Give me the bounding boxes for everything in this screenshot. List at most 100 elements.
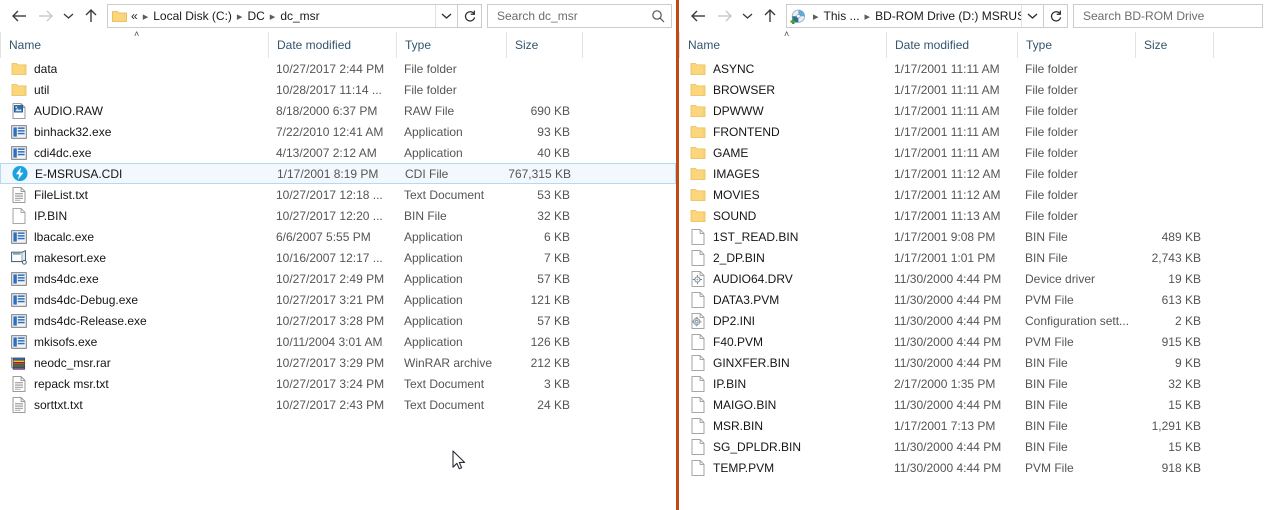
cell-name[interactable]: mds4dc-Debug.exe: [0, 292, 268, 308]
cell-name[interactable]: mkisofs.exe: [0, 334, 268, 350]
cell-name[interactable]: neodc_msr.rar: [0, 355, 268, 371]
address-bar-left[interactable]: « ▸ Local Disk (C:) ▸ DC ▸ dc_msr: [107, 4, 458, 28]
recent-locations-button-right[interactable]: [737, 3, 757, 29]
table-row[interactable]: util 10/28/2017 11:14 ... File folder: [0, 79, 676, 100]
cell-name[interactable]: TEMP.PVM: [679, 459, 886, 476]
column-header-date-right[interactable]: Date modified: [886, 32, 1017, 58]
cell-name[interactable]: F40.PVM: [679, 333, 886, 350]
column-header-date-left[interactable]: Date modified: [268, 32, 396, 58]
table-row[interactable]: MSR.BIN 1/17/2001 7:13 PM BIN File 1,291 KB: [679, 415, 1267, 436]
cell-name[interactable]: E-MSRUSA.CDI: [1, 165, 269, 182]
file-list-right[interactable]: ASYNC 1/17/2001 11:11 AM File folder BROWSE…: [679, 58, 1267, 478]
column-header-size-left[interactable]: Size: [506, 32, 582, 58]
cell-name[interactable]: MOVIES: [679, 187, 886, 203]
address-dropdown-button-left[interactable]: [435, 5, 457, 27]
cell-name[interactable]: sorttxt.txt: [0, 396, 268, 413]
breadcrumb-item-this-pc[interactable]: This ...: [823, 9, 861, 23]
table-row[interactable]: ASYNC 1/17/2001 11:11 AM File folder: [679, 58, 1267, 79]
table-row[interactable]: BROWSER 1/17/2001 11:11 AM File folder: [679, 79, 1267, 100]
cell-name[interactable]: AUDIO64.DRV: [679, 270, 886, 287]
cell-name[interactable]: repack msr.txt: [0, 375, 268, 392]
refresh-button-right[interactable]: [1044, 4, 1068, 28]
table-row[interactable]: DP2.INI 11/30/2000 4:44 PM Configuration s…: [679, 310, 1267, 331]
table-row[interactable]: MOVIES 1/17/2001 11:12 AM File folder: [679, 184, 1267, 205]
recent-locations-button-left[interactable]: [58, 3, 78, 29]
cell-name[interactable]: MSR.BIN: [679, 417, 886, 434]
table-row[interactable]: GAME 1/17/2001 11:11 AM File folder: [679, 142, 1267, 163]
cell-name[interactable]: BROWSER: [679, 82, 886, 98]
table-row[interactable]: binhack32.exe 7/22/2010 12:41 AM Applicati…: [0, 121, 676, 142]
breadcrumb-overflow-left[interactable]: «: [130, 9, 139, 23]
table-row[interactable]: IP.BIN 10/27/2017 12:20 ... BIN File 32 KB: [0, 205, 676, 226]
table-row[interactable]: sorttxt.txt 10/27/2017 2:43 PM Text Docume…: [0, 394, 676, 415]
back-button-left[interactable]: [6, 3, 32, 29]
refresh-button-left[interactable]: [458, 4, 482, 28]
table-row[interactable]: data 10/27/2017 2:44 PM File folder: [0, 58, 676, 79]
cell-name[interactable]: FileList.txt: [0, 186, 268, 203]
search-box-left[interactable]: Search dc_msr: [487, 4, 672, 28]
cell-name[interactable]: mds4dc-Release.exe: [0, 313, 268, 329]
cell-name[interactable]: DP2.INI: [679, 312, 886, 329]
column-header-size-right[interactable]: Size: [1135, 32, 1213, 58]
cell-name[interactable]: 2_DP.BIN: [679, 249, 886, 266]
cell-name[interactable]: makesort.exe: [0, 250, 268, 266]
search-input-right[interactable]: Search BD-ROM Drive: [1083, 9, 1258, 23]
table-row[interactable]: SG_DPLDR.BIN 11/30/2000 4:44 PM BIN File 15…: [679, 436, 1267, 457]
breadcrumb-item-dc[interactable]: DC: [246, 9, 265, 23]
column-header-type-left[interactable]: Type: [396, 32, 506, 58]
table-row[interactable]: GINXFER.BIN 11/30/2000 4:44 PM BIN File 9 K…: [679, 352, 1267, 373]
cell-name[interactable]: binhack32.exe: [0, 124, 268, 140]
up-button-right[interactable]: [757, 3, 783, 29]
table-row[interactable]: DPWWW 1/17/2001 11:11 AM File folder: [679, 100, 1267, 121]
table-row[interactable]: AUDIO.RAW 8/18/2000 6:37 PM RAW File 690 KB: [0, 100, 676, 121]
table-row[interactable]: MAIGO.BIN 11/30/2000 4:44 PM BIN File 15 KB: [679, 394, 1267, 415]
table-row-selected[interactable]: E-MSRUSA.CDI 1/17/2001 8:19 PM CDI File 767…: [0, 163, 676, 184]
cell-name[interactable]: AUDIO.RAW: [0, 102, 268, 119]
search-box-right[interactable]: Search BD-ROM Drive: [1073, 4, 1263, 28]
column-header-spacer-left[interactable]: [582, 32, 672, 58]
breadcrumb-right[interactable]: ▸ This ... ▸ BD-ROM Drive (D:) MSRUSA_EC…: [809, 9, 1021, 23]
cell-name[interactable]: lbacalc.exe: [0, 229, 268, 245]
table-row[interactable]: mds4dc-Debug.exe 10/27/2017 3:21 PM Applic…: [0, 289, 676, 310]
column-header-spacer-right[interactable]: [1213, 32, 1267, 58]
table-row[interactable]: DATA3.PVM 11/30/2000 4:44 PM PVM File 613 K…: [679, 289, 1267, 310]
cell-name[interactable]: DPWWW: [679, 103, 886, 119]
table-row[interactable]: 1ST_READ.BIN 1/17/2001 9:08 PM BIN File 489…: [679, 226, 1267, 247]
table-row[interactable]: mds4dc-Release.exe 10/27/2017 3:28 PM Appl…: [0, 310, 676, 331]
table-row[interactable]: AUDIO64.DRV 11/30/2000 4:44 PM Device driv…: [679, 268, 1267, 289]
back-button-right[interactable]: [685, 3, 711, 29]
table-row[interactable]: F40.PVM 11/30/2000 4:44 PM PVM File 915 KB: [679, 331, 1267, 352]
breadcrumb-item-bd-rom-drive[interactable]: BD-ROM Drive (D:) MSRUSA_ECH: [874, 9, 1021, 23]
cell-name[interactable]: MAIGO.BIN: [679, 396, 886, 413]
file-list-left[interactable]: data 10/27/2017 2:44 PM File folder util 10/…: [0, 58, 676, 415]
table-row[interactable]: makesort.exe 10/16/2007 12:17 ... Applicat…: [0, 247, 676, 268]
table-row[interactable]: mds4dc.exe 10/27/2017 2:49 PM Application 5…: [0, 268, 676, 289]
forward-button-right[interactable]: [711, 3, 737, 29]
breadcrumb-left[interactable]: « ▸ Local Disk (C:) ▸ DC ▸ dc_msr: [130, 9, 435, 23]
forward-button-left[interactable]: [32, 3, 58, 29]
column-header-type-right[interactable]: Type: [1017, 32, 1135, 58]
table-row[interactable]: repack msr.txt 10/27/2017 3:24 PM Text Doc…: [0, 373, 676, 394]
search-input-left[interactable]: Search dc_msr: [497, 9, 649, 23]
cell-name[interactable]: cdi4dc.exe: [0, 145, 268, 161]
table-row[interactable]: lbacalc.exe 6/6/2007 5:55 PM Application 6 …: [0, 226, 676, 247]
cell-name[interactable]: FRONTEND: [679, 124, 886, 140]
table-row[interactable]: neodc_msr.rar 10/27/2017 3:29 PM WinRAR ar…: [0, 352, 676, 373]
table-row[interactable]: FileList.txt 10/27/2017 12:18 ... Text Doc…: [0, 184, 676, 205]
table-row[interactable]: SOUND 1/17/2001 11:13 AM File folder: [679, 205, 1267, 226]
table-row[interactable]: IP.BIN 2/17/2000 1:35 PM BIN File 32 KB: [679, 373, 1267, 394]
cell-name[interactable]: GINXFER.BIN: [679, 354, 886, 371]
cell-name[interactable]: DATA3.PVM: [679, 291, 886, 308]
cell-name[interactable]: IP.BIN: [679, 375, 886, 392]
table-row[interactable]: cdi4dc.exe 4/13/2007 2:12 AM Application 40…: [0, 142, 676, 163]
cell-name[interactable]: IP.BIN: [0, 207, 268, 224]
breadcrumb-item-local-disk[interactable]: Local Disk (C:): [152, 9, 233, 23]
table-row[interactable]: mkisofs.exe 10/11/2004 3:01 AM Application…: [0, 331, 676, 352]
table-row[interactable]: FRONTEND 1/17/2001 11:11 AM File folder: [679, 121, 1267, 142]
table-row[interactable]: IMAGES 1/17/2001 11:12 AM File folder: [679, 163, 1267, 184]
cell-name[interactable]: util: [0, 82, 268, 98]
cell-name[interactable]: ASYNC: [679, 61, 886, 77]
column-header-name-right[interactable]: Name: [679, 32, 886, 58]
address-bar-right[interactable]: ▸ This ... ▸ BD-ROM Drive (D:) MSRUSA_EC…: [786, 4, 1044, 28]
cell-name[interactable]: data: [0, 61, 268, 77]
